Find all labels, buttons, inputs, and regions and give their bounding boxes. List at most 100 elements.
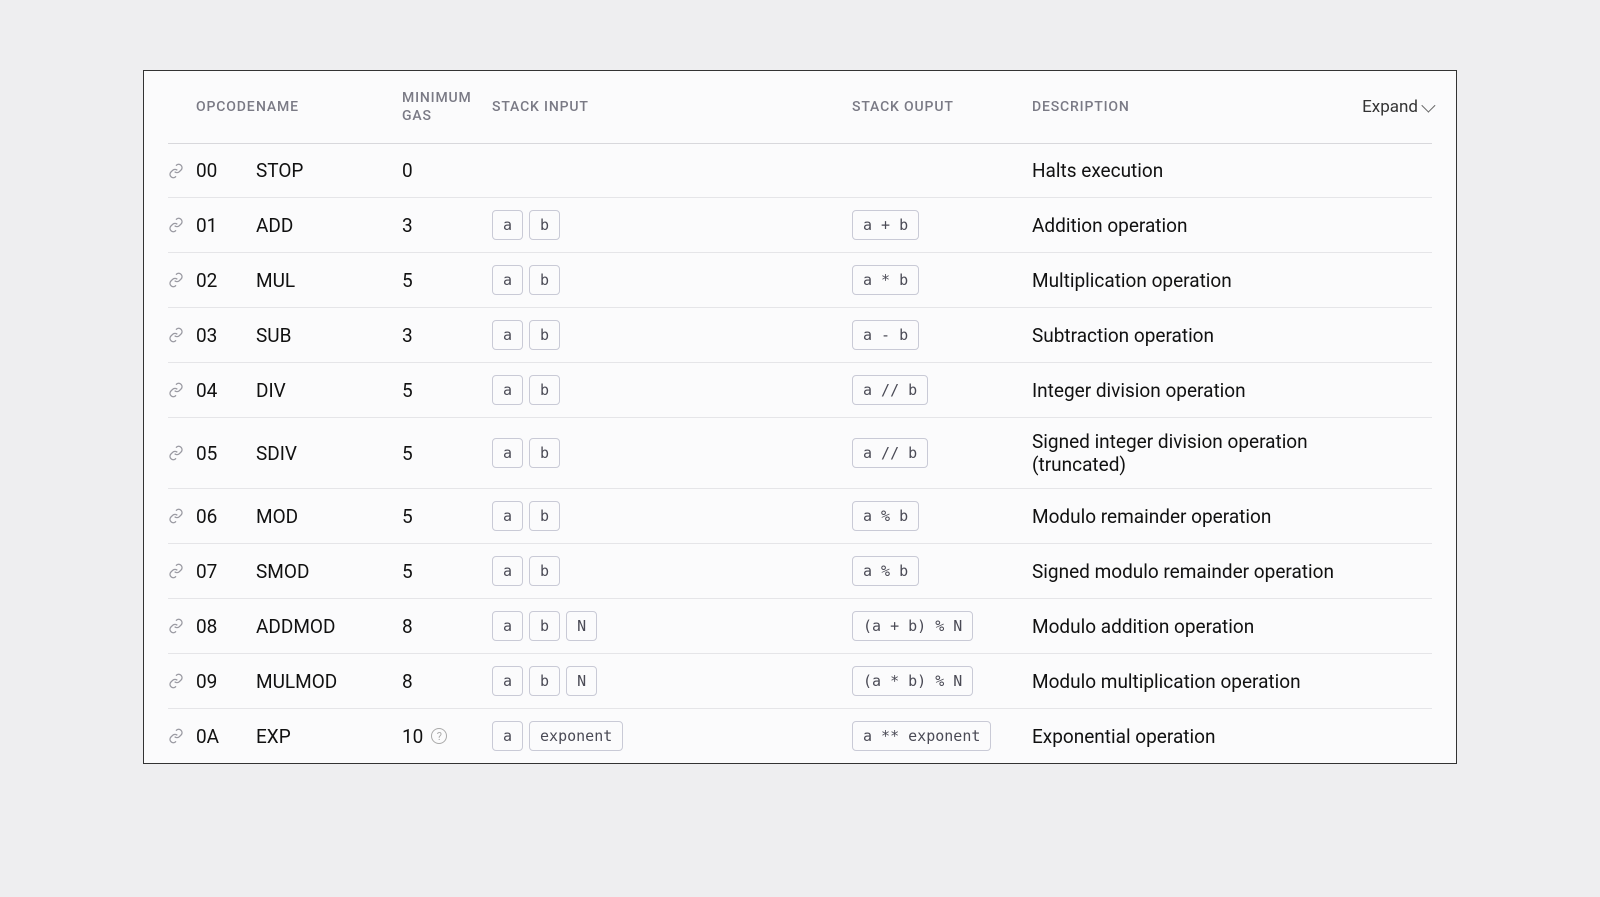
link-icon[interactable] — [168, 272, 196, 288]
table-row[interactable]: 00STOP0Halts execution — [168, 144, 1432, 198]
table-row[interactable]: 01ADD3aba + bAddition operation — [168, 198, 1432, 253]
stack-token: a ** exponent — [852, 721, 991, 751]
stack-token: a * b — [852, 265, 919, 295]
stack-input: aexponent — [492, 721, 852, 751]
stack-token: a — [492, 320, 523, 350]
gas-value: 8 — [402, 670, 492, 693]
link-icon[interactable] — [168, 673, 196, 689]
stack-output: a ** exponent — [852, 721, 1032, 751]
stack-token: a — [492, 375, 523, 405]
stack-token: a — [492, 556, 523, 586]
opcode-value: 04 — [196, 379, 256, 402]
gas-value: 5 — [402, 379, 492, 402]
stack-token: b — [529, 556, 560, 586]
opcode-description: Addition operation — [1032, 214, 1342, 237]
table-row[interactable]: 0AEXP10?aexponenta ** exponentExponentia… — [168, 709, 1432, 763]
table-row[interactable]: 05SDIV5aba // bSigned integer division o… — [168, 418, 1432, 489]
table-row[interactable]: 03SUB3aba - bSubtraction operation — [168, 308, 1432, 363]
header-gas: MINIMUM GAS — [402, 89, 492, 125]
opcode-name: STOP — [256, 159, 402, 182]
opcode-value: 02 — [196, 269, 256, 292]
stack-token: N — [566, 666, 597, 696]
opcode-name: MUL — [256, 269, 402, 292]
stack-token: a — [492, 265, 523, 295]
stack-token: a - b — [852, 320, 919, 350]
stack-token: a // b — [852, 438, 928, 468]
opcode-name: ADD — [256, 214, 402, 237]
stack-token: a // b — [852, 375, 928, 405]
opcode-description: Modulo remainder operation — [1032, 505, 1342, 528]
stack-token: b — [529, 666, 560, 696]
stack-input: ab — [492, 320, 852, 350]
link-icon[interactable] — [168, 217, 196, 233]
link-icon[interactable] — [168, 163, 196, 179]
stack-input: ab — [492, 210, 852, 240]
opcode-value: 08 — [196, 615, 256, 638]
gas-value: 5 — [402, 505, 492, 528]
stack-token: a — [492, 438, 523, 468]
link-icon[interactable] — [168, 728, 196, 744]
table-row[interactable]: 02MUL5aba * bMultiplication operation — [168, 253, 1432, 308]
link-icon[interactable] — [168, 508, 196, 524]
stack-token: a — [492, 611, 523, 641]
gas-value: 5 — [402, 442, 492, 465]
stack-input: abN — [492, 611, 852, 641]
link-icon[interactable] — [168, 563, 196, 579]
opcode-name: ADDMOD — [256, 615, 402, 638]
stack-input: ab — [492, 265, 852, 295]
stack-input: ab — [492, 556, 852, 586]
stack-output: a % b — [852, 556, 1032, 586]
opcode-description: Integer division operation — [1032, 379, 1342, 402]
link-icon[interactable] — [168, 618, 196, 634]
opcode-value: 07 — [196, 560, 256, 583]
stack-token: N — [566, 611, 597, 641]
opcode-description: Signed integer division operation (trunc… — [1032, 430, 1342, 476]
stack-token: b — [529, 265, 560, 295]
stack-token: b — [529, 320, 560, 350]
stack-input: ab — [492, 375, 852, 405]
help-icon[interactable]: ? — [431, 728, 447, 744]
gas-value: 5 — [402, 560, 492, 583]
header-description: DESCRIPTION — [1032, 99, 1342, 115]
table-row[interactable]: 06MOD5aba % bModulo remainder operation — [168, 489, 1432, 544]
gas-value: 3 — [402, 214, 492, 237]
stack-output: a + b — [852, 210, 1032, 240]
table-row[interactable]: 07SMOD5aba % bSigned modulo remainder op… — [168, 544, 1432, 599]
stack-token: exponent — [529, 721, 623, 751]
stack-output: a // b — [852, 375, 1032, 405]
expand-button[interactable]: Expand — [1362, 97, 1432, 117]
opcode-name: SDIV — [256, 442, 402, 465]
opcode-value: 01 — [196, 214, 256, 237]
stack-token: (a + b) % N — [852, 611, 973, 641]
gas-value: 8 — [402, 615, 492, 638]
link-icon[interactable] — [168, 327, 196, 343]
opcode-value: 03 — [196, 324, 256, 347]
stack-output: a // b — [852, 438, 1032, 468]
stack-token: a — [492, 501, 523, 531]
link-icon[interactable] — [168, 382, 196, 398]
opcode-description: Signed modulo remainder operation — [1032, 560, 1342, 583]
expand-label: Expand — [1362, 97, 1418, 117]
opcode-description: Modulo addition operation — [1032, 615, 1342, 638]
opcode-description: Subtraction operation — [1032, 324, 1342, 347]
opcode-name: MOD — [256, 505, 402, 528]
header-stack-output: STACK OUPUT — [852, 99, 1032, 115]
stack-output: a - b — [852, 320, 1032, 350]
stack-token: b — [529, 210, 560, 240]
opcode-name: MULMOD — [256, 670, 402, 693]
stack-token: (a * b) % N — [852, 666, 973, 696]
stack-input: ab — [492, 438, 852, 468]
table-row[interactable]: 08ADDMOD8abN(a + b) % N Modulo addition o… — [168, 599, 1432, 654]
opcode-description: Halts execution — [1032, 159, 1342, 182]
opcode-value: 09 — [196, 670, 256, 693]
stack-output: (a + b) % N — [852, 611, 1032, 641]
link-icon[interactable] — [168, 445, 196, 461]
opcode-name: EXP — [256, 725, 402, 748]
stack-token: a % b — [852, 556, 919, 586]
stack-token: b — [529, 375, 560, 405]
opcode-description: Exponential operation — [1032, 725, 1342, 748]
stack-token: b — [529, 501, 560, 531]
gas-value: 3 — [402, 324, 492, 347]
table-row[interactable]: 09MULMOD8abN(a * b) % NModulo multiplica… — [168, 654, 1432, 709]
table-row[interactable]: 04DIV5aba // bInteger division operation — [168, 363, 1432, 418]
